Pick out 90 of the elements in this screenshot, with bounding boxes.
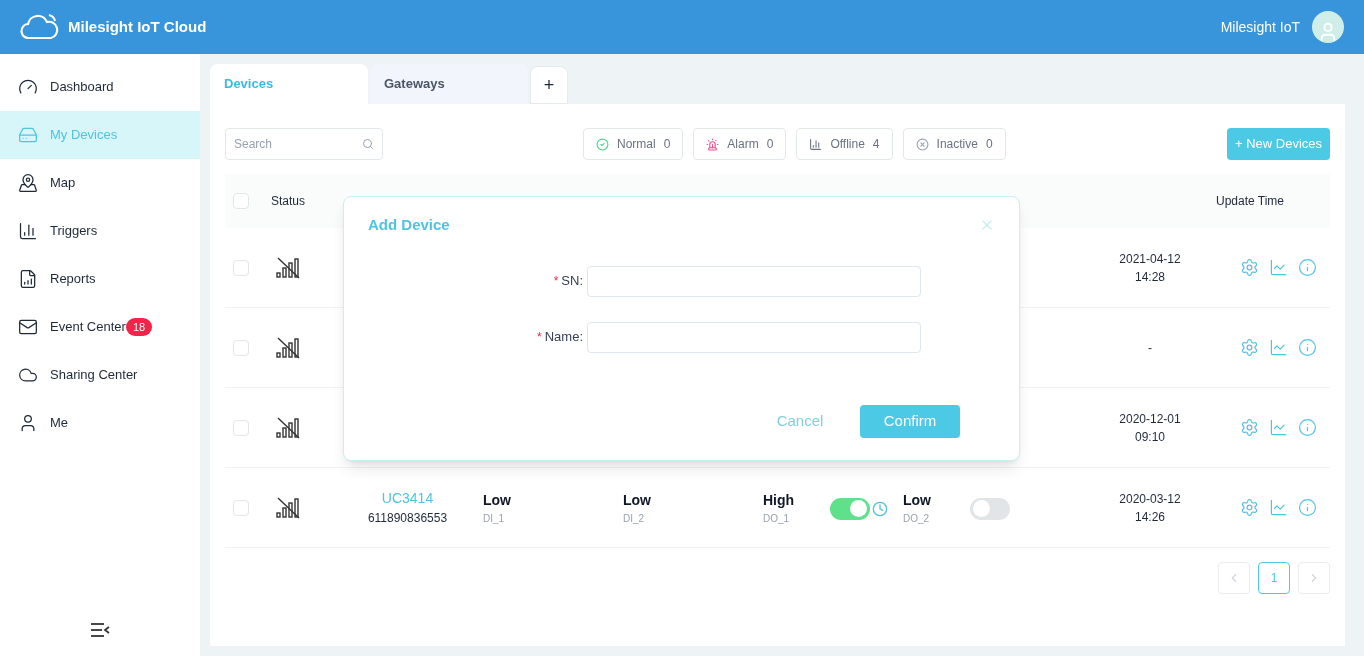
interface-value: Low: [903, 490, 932, 510]
checkbox[interactable]: [233, 499, 249, 516]
previous-page-button[interactable]: [1218, 562, 1250, 594]
toggle-switch[interactable]: [830, 497, 870, 520]
required-mark: *: [553, 273, 559, 290]
settings-icon[interactable]: [1240, 418, 1259, 437]
drive-icon: [18, 125, 38, 145]
filter-label: Offline: [830, 136, 865, 153]
filter-label: Inactive: [936, 136, 978, 153]
sidebar-item[interactable]: Me: [0, 399, 200, 447]
interface-label: DI_2: [623, 511, 646, 526]
tab[interactable]: Gateways: [370, 64, 528, 104]
settings-icon[interactable]: [1240, 338, 1259, 357]
sidebar-item[interactable]: Sharing Center: [0, 351, 200, 399]
alarm-icon: [706, 137, 720, 151]
timer-icon[interactable]: [872, 500, 888, 517]
update-time: 14:28: [1135, 268, 1165, 286]
interface-value: High: [763, 490, 796, 510]
update-time: 2021-04-12: [1119, 250, 1181, 268]
filter-count: 0: [663, 136, 671, 153]
toggle-switch[interactable]: [970, 497, 1010, 520]
chart-icon[interactable]: [1269, 498, 1288, 517]
user-name: Milesight IoT: [1220, 17, 1300, 37]
update-time: 2020-12-01: [1119, 410, 1181, 428]
status-filter[interactable]: Inactive 0: [902, 128, 1006, 160]
info-icon[interactable]: [1298, 498, 1317, 517]
settings-icon[interactable]: [1240, 498, 1259, 517]
info-icon[interactable]: [1298, 258, 1317, 277]
count-badge: 18: [125, 317, 153, 337]
chart-icon: [18, 221, 38, 241]
text-input[interactable]: [587, 321, 921, 353]
interface-value: Low: [623, 490, 652, 510]
interface-label: DO_2: [903, 511, 931, 526]
sidebar-item[interactable]: Reports: [0, 255, 200, 303]
signal-off-icon: [274, 335, 302, 360]
cloud-logo-icon: [20, 13, 60, 41]
next-page-button[interactable]: [1298, 562, 1330, 594]
update-time: 14:26: [1135, 508, 1165, 526]
mail-icon: [18, 317, 38, 337]
status-filter[interactable]: Alarm 0: [693, 128, 787, 160]
search-field[interactable]: Search: [225, 128, 383, 160]
field-label: SN:: [561, 272, 583, 291]
search-input[interactable]: Search: [234, 135, 362, 153]
filter-count: 0: [766, 136, 774, 153]
dialog-title: Add Device: [368, 214, 450, 235]
add-tab-button[interactable]: +: [530, 66, 568, 104]
signal-off-icon: [274, 415, 302, 440]
chart-icon[interactable]: [1269, 338, 1288, 357]
report-icon: [18, 269, 38, 289]
interface-label: DO_1: [763, 511, 791, 526]
field-label: Name:: [544, 328, 583, 347]
checkbox[interactable]: [233, 259, 249, 276]
collapse-menu-icon[interactable]: [90, 622, 110, 638]
update-time: 09:10: [1135, 428, 1165, 446]
column-header: Status: [271, 194, 306, 208]
sidebar-item[interactable]: Triggers: [0, 207, 200, 255]
info-icon[interactable]: [1298, 418, 1317, 437]
info-icon[interactable]: [1298, 338, 1317, 357]
filter-label: Normal: [617, 136, 656, 153]
column-header: Update Time: [1215, 194, 1284, 208]
signal-icon: [809, 137, 823, 151]
settings-icon[interactable]: [1240, 258, 1259, 277]
filter-label: Alarm: [727, 136, 759, 153]
checkbox[interactable]: [233, 339, 249, 356]
avatar[interactable]: [1312, 11, 1344, 43]
filter-count: 0: [985, 136, 993, 153]
status-filter[interactable]: Offline 4: [796, 128, 893, 160]
checkbox[interactable]: [233, 193, 249, 209]
required-mark: *: [537, 329, 542, 346]
status-filter[interactable]: Normal 0: [583, 128, 684, 160]
serial-number: 611890836553: [367, 510, 448, 527]
signal-off-icon: [274, 255, 302, 280]
map-icon: [18, 173, 38, 193]
update-time: -: [1148, 339, 1152, 357]
sidebar-item[interactable]: Map: [0, 159, 200, 207]
sidebar-item[interactable]: Dashboard: [0, 63, 200, 111]
interface-label: DI_1: [483, 511, 506, 526]
chart-icon[interactable]: [1269, 418, 1288, 437]
checkbox[interactable]: [233, 419, 249, 436]
text-input[interactable]: [587, 265, 921, 297]
x-circle-icon: [915, 137, 929, 151]
interface-value: Low: [483, 490, 512, 510]
sidebar-item[interactable]: Event Center 18: [0, 303, 200, 351]
check-circle-icon: [596, 137, 609, 151]
chart-icon[interactable]: [1269, 258, 1288, 277]
filter-count: 4: [872, 136, 880, 153]
app-title: Milesight IoT Cloud: [68, 16, 207, 37]
signal-off-icon: [274, 495, 302, 520]
update-time: 2020-03-12: [1119, 490, 1181, 508]
search-icon: [362, 138, 374, 150]
